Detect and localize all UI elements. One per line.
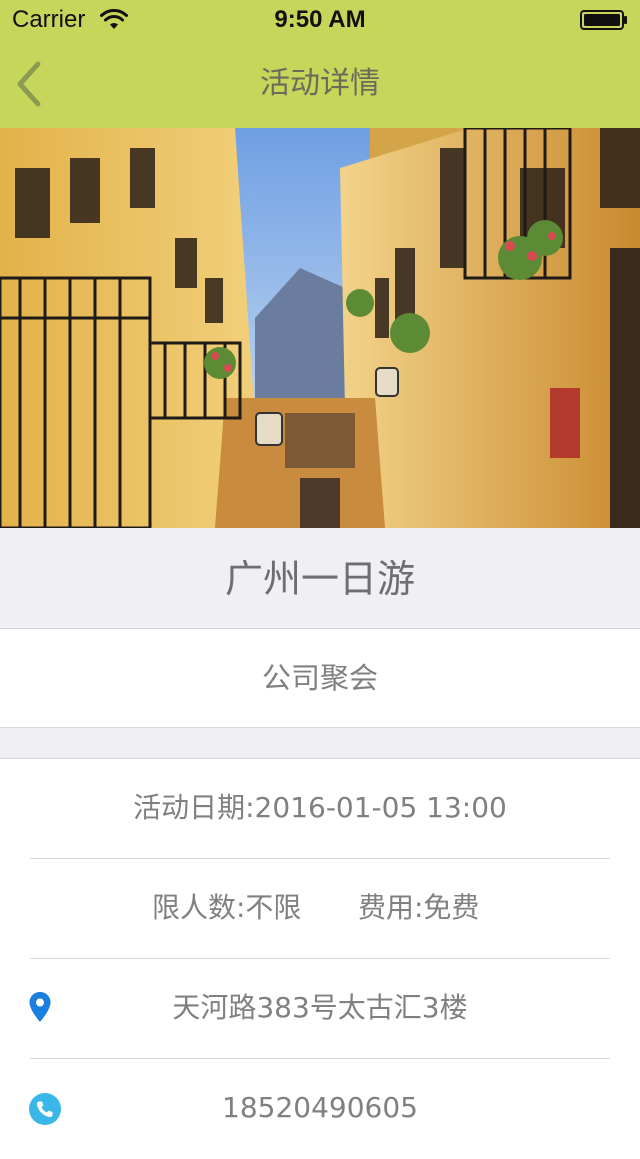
- event-category: 公司聚会: [261, 661, 378, 695]
- status-time: 9:50 AM: [274, 6, 366, 33]
- event-date: 活动日期:2016-01-05 13:00: [133, 791, 507, 824]
- address-row[interactable]: 天河路383号太古汇3楼: [0, 959, 640, 1059]
- hero-street-photo: [0, 128, 640, 528]
- phone-row[interactable]: 18520490605: [0, 1059, 640, 1159]
- hero-image: [0, 128, 640, 528]
- status-bar: Carrier 9:50 AM: [0, 0, 640, 40]
- event-phone: 18520490605: [222, 1091, 418, 1124]
- event-title: 广州一日游: [224, 557, 415, 601]
- event-address: 天河路383号太古汇3楼: [172, 991, 468, 1024]
- event-category-section: 公司聚会: [0, 629, 640, 728]
- top-bar: Carrier 9:50 AM 活动详情: [0, 0, 640, 128]
- limit-fee-row: 限人数:不限 费用:免费: [0, 859, 640, 959]
- battery-icon: [580, 10, 627, 30]
- event-details-list: 活动日期:2016-01-05 13:00 限人数:不限 费用:免费 天河路38…: [0, 759, 640, 1136]
- participant-limit: 限人数:不限: [152, 891, 302, 924]
- date-row: 活动日期:2016-01-05 13:00: [0, 759, 640, 859]
- event-fee: 费用:免费: [358, 891, 480, 924]
- navigation-bar: 活动详情: [0, 40, 640, 128]
- section-divider: [0, 728, 640, 759]
- page-title: 活动详情: [260, 66, 380, 101]
- event-title-section: 广州一日游: [0, 528, 640, 629]
